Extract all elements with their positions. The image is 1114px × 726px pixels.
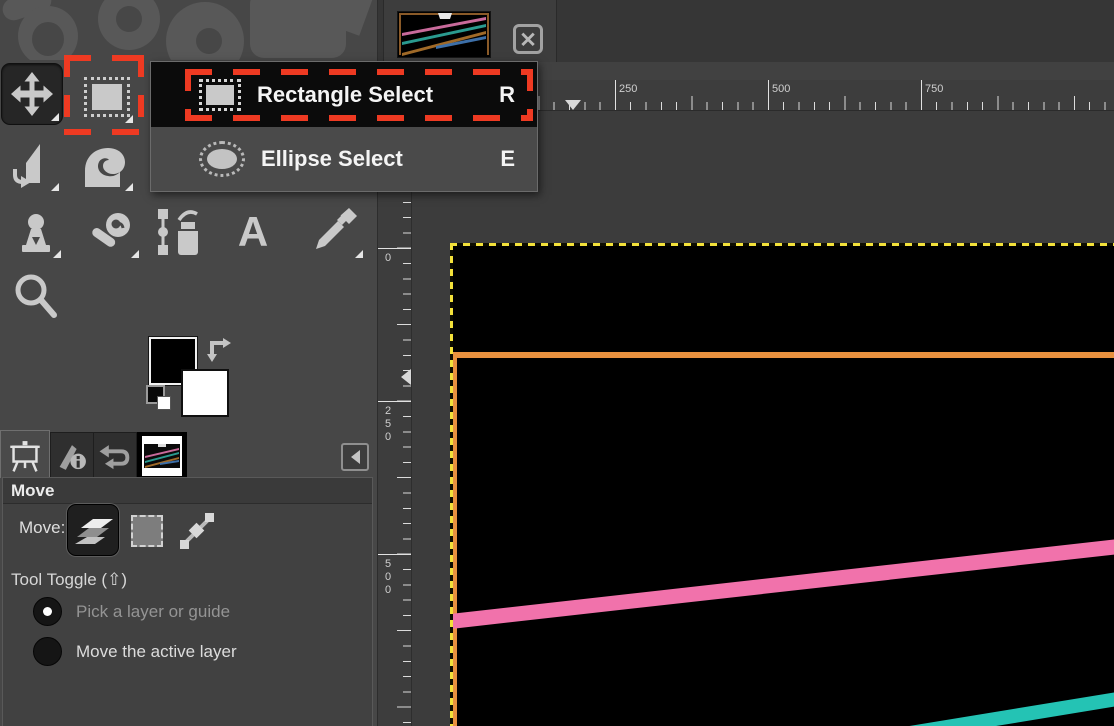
dock-thumbnail-icon: [142, 436, 182, 476]
layer-icon: [71, 512, 115, 548]
rectangle-select-icon: [84, 77, 130, 117]
h-ruler-label: 500: [772, 83, 790, 95]
color-picker-tool-button[interactable]: [300, 203, 366, 261]
tab-undo-history[interactable]: [93, 432, 137, 478]
close-icon[interactable]: ✕: [513, 24, 543, 54]
pointer-position-marker-h: [565, 100, 581, 110]
move-selection-mode-button[interactable]: [130, 514, 164, 548]
move-tool-button[interactable]: [1, 63, 63, 125]
move-mode-label: Move:: [19, 518, 65, 538]
clone-tool-button[interactable]: [8, 203, 64, 261]
collapse-arrow-icon: [351, 450, 360, 464]
background-color-swatch[interactable]: [181, 369, 229, 417]
text-tool-icon: A: [238, 211, 268, 253]
menu-item-ellipse-select[interactable]: Ellipse Select E: [151, 127, 537, 191]
image-tab-thumbnail: [397, 11, 491, 58]
tab-image-thumbnail[interactable]: [137, 432, 187, 478]
tool-options-title: Move: [3, 478, 372, 504]
move-layer-mode-button[interactable]: [67, 504, 119, 556]
default-colors-button[interactable]: [146, 385, 172, 411]
layer-boundary-left: [450, 243, 453, 726]
vertical-ruler[interactable]: 0 250 500: [377, 110, 412, 726]
gimp-window: ✕ 250 500 750 0 250 500: [0, 0, 1114, 726]
v-ruler-label: 250: [382, 405, 393, 444]
radio-label: Move the active layer: [76, 642, 237, 662]
radio-icon[interactable]: [33, 597, 62, 626]
paths-icon: [153, 206, 213, 258]
rectangle-select-icon: [199, 79, 241, 111]
teal-line: [909, 686, 1114, 726]
zoom-icon: [11, 271, 61, 321]
canvas-area[interactable]: [412, 110, 1114, 726]
image-canvas[interactable]: [450, 243, 1114, 726]
tool-group-flyout-menu: Rectangle Select R Ellipse Select E: [150, 61, 538, 192]
option-move-active-layer[interactable]: Move the active layer: [33, 637, 237, 666]
image-tab[interactable]: ✕: [383, 0, 557, 62]
warp-transform-tool-button[interactable]: [78, 138, 136, 194]
color-picker-icon: [304, 206, 362, 258]
tool-toggle-label: Tool Toggle (⇧): [11, 570, 127, 590]
pink-line: [450, 539, 1114, 629]
dock-tab-bar: [0, 430, 377, 477]
collapse-dock-button[interactable]: [341, 443, 369, 471]
radio-label: Pick a layer or guide: [76, 602, 230, 622]
image-tab-strip: ✕: [377, 0, 1114, 63]
pointer-position-marker-v: [401, 369, 411, 385]
ellipse-select-icon: [199, 141, 245, 177]
menu-item-label: Ellipse Select: [261, 146, 403, 172]
menu-item-shortcut: R: [499, 82, 515, 108]
swap-colors-icon[interactable]: [205, 334, 233, 362]
crop-icon: [9, 141, 59, 191]
h-ruler-label: 250: [619, 83, 637, 95]
v-ruler-label: 0: [382, 252, 393, 265]
menu-item-shortcut: E: [500, 146, 515, 172]
undo-history-icon: [98, 439, 132, 473]
warp-transform-icon: [81, 141, 133, 191]
crop-tool-button[interactable]: [6, 138, 62, 194]
tool-options-panel: Move Move: Tool Toggle: [2, 477, 373, 726]
radio-icon[interactable]: [33, 637, 62, 666]
rectangle-select-tool-button[interactable]: [78, 68, 136, 126]
v-ruler-label: 500: [382, 558, 393, 597]
smudge-tool-button[interactable]: [86, 203, 142, 261]
menu-item-label: Rectangle Select: [257, 82, 433, 108]
clone-icon: [12, 207, 60, 257]
tab-pointer[interactable]: [50, 432, 94, 478]
wilber-decoration: [0, 0, 377, 60]
text-tool-button[interactable]: A: [226, 203, 280, 261]
paths-tool-button[interactable]: [150, 203, 216, 261]
h-ruler-label: 750: [925, 83, 943, 95]
pointer-info-icon: [55, 439, 89, 473]
option-pick-layer-or-guide[interactable]: Pick a layer or guide: [33, 597, 230, 626]
tab-tool-options[interactable]: [0, 430, 50, 478]
layer-boundary-top: [450, 243, 1114, 246]
menu-item-rectangle-select[interactable]: Rectangle Select R: [151, 62, 537, 127]
path-icon: [177, 511, 217, 551]
smudge-icon: [89, 207, 139, 257]
move-icon: [8, 70, 56, 118]
move-path-mode-button[interactable]: [175, 510, 219, 552]
tool-options-icon: [7, 437, 43, 473]
orange-line-horizontal: [450, 352, 1114, 358]
selection-icon: [131, 515, 163, 547]
zoom-tool-button[interactable]: [8, 268, 64, 324]
